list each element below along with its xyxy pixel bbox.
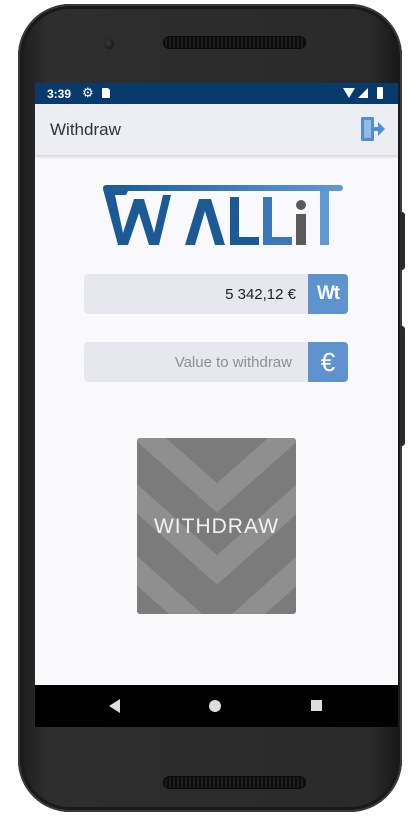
euro-icon: € <box>308 342 348 382</box>
page-title: Withdraw <box>50 120 121 139</box>
balance-value: 5 342,12 € <box>225 286 296 303</box>
power-button <box>400 326 405 446</box>
app-bar: Withdraw <box>35 104 398 155</box>
home-icon[interactable] <box>209 700 221 712</box>
sd-card-icon <box>102 88 110 98</box>
withdraw-button-label: WITHDRAW <box>153 515 280 538</box>
withdraw-amount-field: € <box>84 342 348 382</box>
settings-icon: ⚙ <box>82 85 94 100</box>
recents-icon[interactable] <box>311 700 322 711</box>
wallit-currency-icon: Wt <box>308 274 348 314</box>
earpiece-speaker <box>163 36 306 49</box>
navigation-bar <box>35 685 398 727</box>
withdraw-button[interactable]: WITHDRAW <box>137 438 296 614</box>
wallit-logo <box>103 185 343 245</box>
volume-button <box>400 212 405 270</box>
signal-icon <box>358 88 368 98</box>
balance-field: 5 342,12 € Wt <box>84 274 348 314</box>
wifi-icon <box>343 88 355 98</box>
back-icon[interactable] <box>109 699 120 713</box>
front-camera <box>104 39 114 49</box>
screen: 3:39 ⚙ Withdraw 5 342,12 € Wt Value to w… <box>35 83 398 727</box>
status-time: 3:39 <box>47 87 72 101</box>
withdraw-amount-input[interactable] <box>84 342 300 382</box>
status-bar: 3:39 ⚙ <box>35 83 398 104</box>
bottom-speaker <box>163 776 306 789</box>
exit-icon[interactable] <box>359 116 385 142</box>
battery-icon <box>377 87 383 99</box>
